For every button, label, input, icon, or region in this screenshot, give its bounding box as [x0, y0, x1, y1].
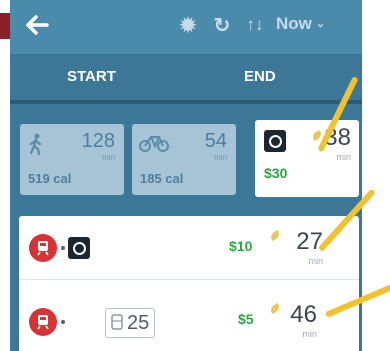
time-label: Now — [276, 14, 312, 33]
route-row[interactable]: $10 27 min — [19, 216, 359, 279]
left-edge-bar — [0, 13, 10, 39]
route-price: $10 — [229, 238, 253, 254]
route-unit: min — [308, 256, 323, 266]
bike-icon — [139, 136, 169, 152]
refresh-button[interactable]: ↻ — [210, 12, 234, 38]
arrow-left-icon — [26, 15, 49, 35]
tab-bar: START END — [10, 54, 362, 100]
bus-number: 25 — [127, 311, 150, 334]
tab-end[interactable]: END — [244, 68, 276, 85]
bike-minutes: 54 — [204, 130, 227, 152]
bike-calories: 185 cal — [140, 171, 184, 186]
tab-underline — [10, 100, 362, 104]
uber-icon — [68, 237, 90, 259]
connector-dot — [61, 246, 65, 250]
option-walk[interactable]: 128 min 519 cal — [20, 124, 124, 195]
route-price: $5 — [238, 311, 254, 327]
route-minutes: 27 — [296, 228, 323, 255]
bus-route-badge: 25 — [105, 308, 155, 338]
option-bike[interactable]: 54 min 185 cal — [132, 124, 236, 195]
top-bar: ✹ ↻ ↑↓ Now ⌄ — [10, 0, 362, 54]
sort-button[interactable]: ↑↓ — [240, 12, 270, 38]
walk-calories: 519 cal — [28, 171, 72, 186]
back-button[interactable] — [22, 10, 52, 40]
train-icon — [29, 308, 57, 336]
leaf-icon — [268, 229, 282, 242]
uber-unit: min — [336, 152, 351, 162]
gear-icon: ✹ — [179, 14, 197, 37]
app-screen: ✹ ↻ ↑↓ Now ⌄ START END 128 min 519 cal 54 — [10, 0, 362, 351]
sort-arrows-icon: ↑↓ — [246, 15, 264, 34]
time-selector[interactable]: Now ⌄ — [276, 14, 325, 34]
walk-icon — [29, 133, 42, 155]
settings-button[interactable]: ✹ — [176, 12, 200, 38]
tab-start[interactable]: START — [67, 68, 116, 85]
uber-icon — [264, 130, 286, 152]
refresh-icon: ↻ — [213, 14, 231, 37]
train-icon — [29, 234, 57, 262]
bike-unit: min — [214, 153, 227, 162]
connector-dot — [61, 320, 65, 324]
route-unit: min — [302, 329, 317, 339]
route-minutes: 46 — [290, 301, 317, 328]
chevron-down-icon: ⌄ — [315, 18, 326, 30]
walk-unit: min — [102, 153, 115, 162]
uber-price: $30 — [264, 165, 288, 181]
option-uber[interactable]: 38 min $30 — [255, 120, 359, 197]
walk-minutes: 128 — [81, 130, 115, 152]
bus-icon — [111, 314, 123, 330]
